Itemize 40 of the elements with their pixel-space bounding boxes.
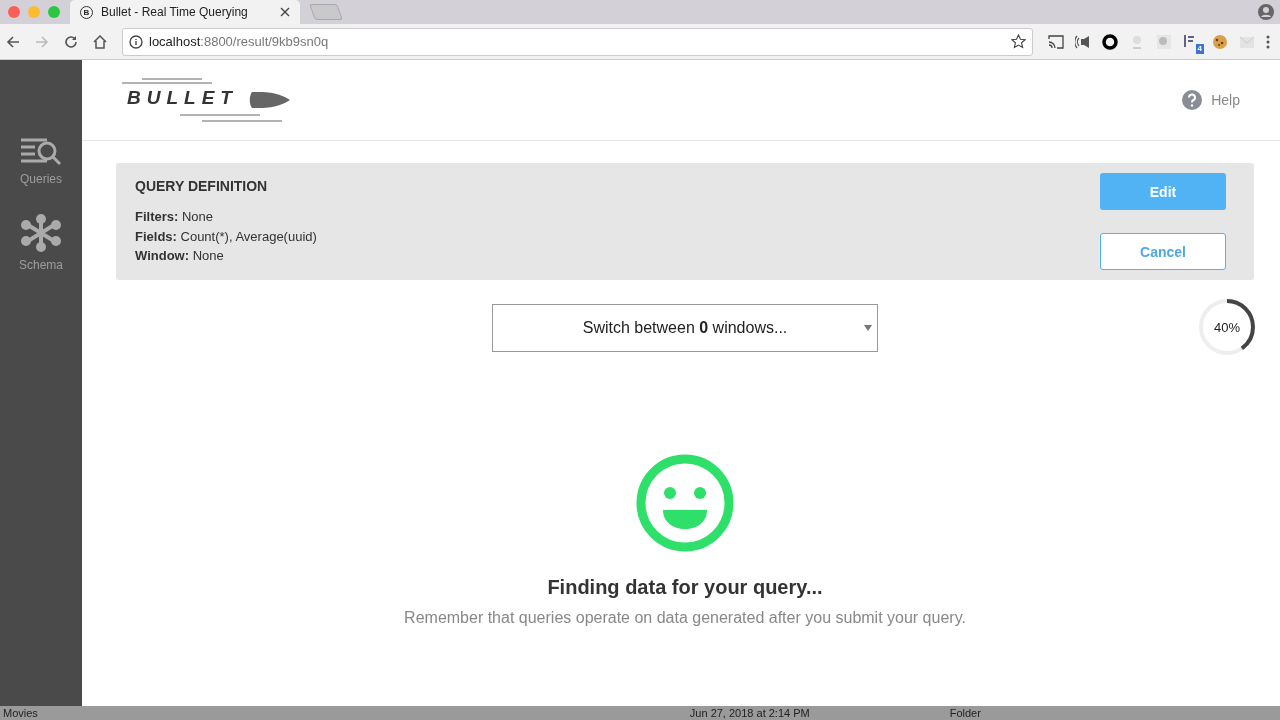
cookie-icon[interactable]: [1212, 33, 1228, 50]
back-icon[interactable]: [6, 34, 20, 49]
count-badge: 4: [1195, 43, 1204, 54]
sidebar-label: Queries: [20, 172, 62, 186]
file-date: Jun 27, 2018 at 2:14 PM: [689, 706, 810, 720]
file-kind: Folder: [949, 706, 981, 720]
network-icon: [20, 214, 62, 252]
edit-button[interactable]: Edit: [1100, 173, 1226, 210]
sidebar-label: Schema: [19, 258, 63, 272]
profile-icon[interactable]: [1258, 4, 1274, 20]
file-name: Movies: [3, 706, 38, 720]
definition-line: Filters: None: [135, 208, 215, 226]
progress-reading: 40%: [1214, 319, 1240, 335]
info-icon: [129, 34, 143, 49]
url-text: localhost:8800/result/9kb9sn0q: [149, 34, 329, 49]
address-bar[interactable]: localhost:8800/result/9kb9sn0q: [122, 27, 1033, 56]
status-title: Finding data for your query...: [547, 576, 823, 599]
cast-icon[interactable]: [1048, 34, 1064, 49]
status-message: Remember that queries operate on data generated after you submit your query.: [404, 609, 966, 627]
star-icon[interactable]: [1011, 34, 1026, 49]
close-icon[interactable]: [280, 7, 290, 17]
cancel-button[interactable]: Cancel: [1100, 233, 1226, 270]
ring-icon[interactable]: [1102, 33, 1118, 50]
caret-icon: [864, 325, 872, 331]
list-search-icon: [20, 138, 62, 166]
reload-icon[interactable]: [64, 34, 78, 49]
definition-line: Window: None: [135, 247, 225, 265]
menu-icon[interactable]: [1266, 34, 1270, 49]
browser-tab[interactable]: B Bullet - Real Time Querying: [70, 0, 300, 24]
help-link[interactable]: Help: [1182, 90, 1240, 110]
home-icon[interactable]: [93, 34, 107, 49]
smiley-icon: [636, 454, 734, 552]
speaker-icon[interactable]: [1075, 34, 1091, 49]
help-icon: [1182, 90, 1203, 110]
window-dropdown[interactable]: Switch between 0 windows...: [492, 304, 878, 352]
definition-line: Fields: Count(*), Average(uuid): [135, 227, 318, 246]
bullet-logo[interactable]: BULLET: [120, 77, 300, 123]
sidebar-item[interactable]: Schema: [19, 214, 63, 272]
panel-title: QUERY DEFINITION: [135, 178, 269, 194]
sidebar-item[interactable]: Queries: [20, 138, 62, 186]
